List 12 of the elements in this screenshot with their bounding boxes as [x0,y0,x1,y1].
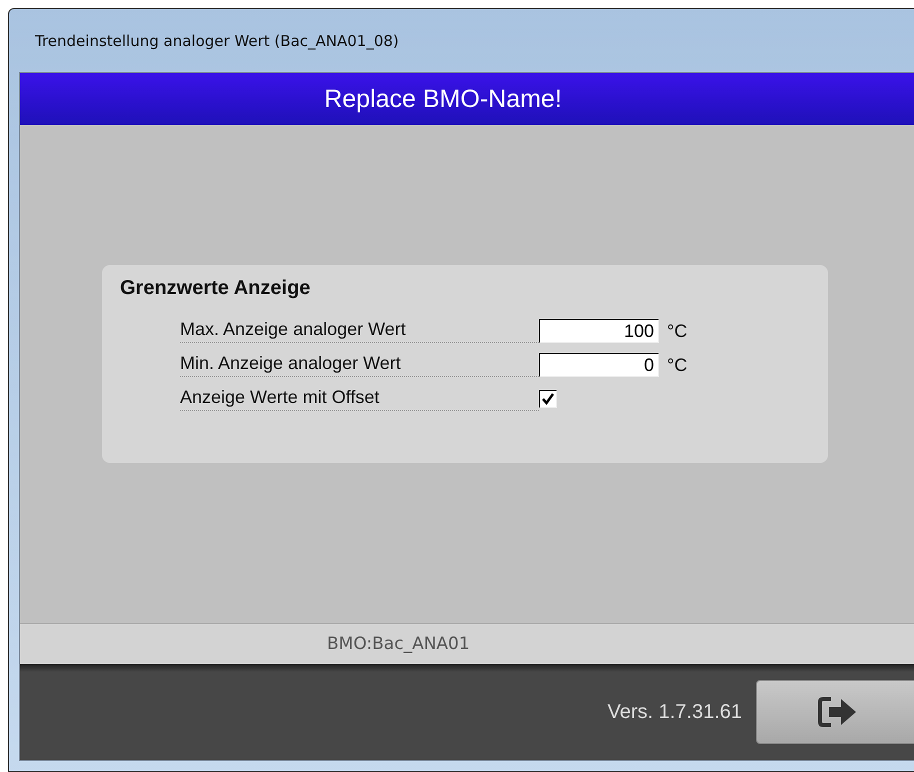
exit-button[interactable] [756,680,914,744]
unit-label: °C [667,320,688,342]
window-title: Trendeinstellung analoger Wert (Bac_ANA01_08) [34,30,400,52]
status-text: BMO:Bac_ANA01 [327,634,470,654]
input-field[interactable]: 0 [539,353,659,377]
version-text: Vers. 1.7.31.61 [607,700,742,724]
input-field[interactable]: 100 [539,319,659,343]
field-label: Anzeige Werte mit Offset [180,387,539,411]
unit-label: °C [667,354,688,376]
header-title: Replace BMO-Name! [324,84,562,114]
group-title: Grenzwerte Anzeige [120,277,312,300]
checkbox[interactable] [539,390,557,408]
